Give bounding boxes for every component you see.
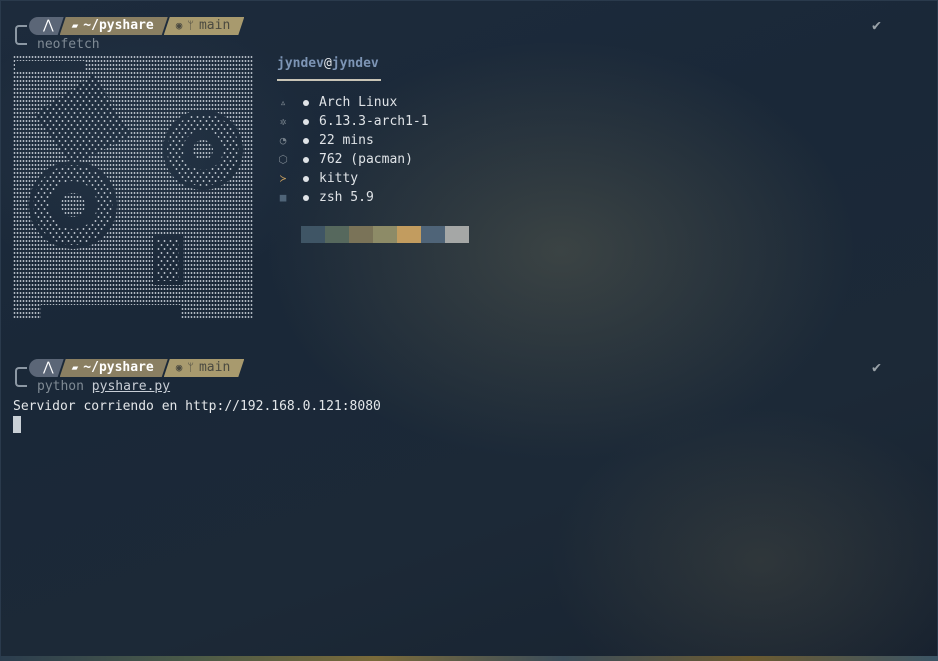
chip-icon: ✲ (279, 115, 287, 128)
info-row-uptime: ◔ 22 mins (277, 131, 374, 150)
arch-logo-icon: ⋀ (43, 18, 54, 33)
prompt-segments: ⋀ ▰ ~/pyshare ◉ ᛘ main (29, 359, 244, 377)
check-icon: ✔ (871, 358, 881, 376)
color-palette (301, 226, 469, 243)
prompt-bar: ⋀ ▰ ~/pyshare ◉ ᛘ main ✔ (15, 16, 915, 35)
info-row-kernel: ✲ 6.13.3-arch1-1 (277, 112, 429, 131)
branch-name: main (198, 18, 231, 33)
text-cursor[interactable] (13, 416, 21, 433)
check-icon: ✔ (871, 16, 881, 34)
palette-swatch (445, 226, 469, 243)
command: python (37, 379, 84, 394)
clock-icon: ◔ (279, 134, 287, 147)
package-icon: ⬡ (278, 153, 288, 166)
branch-name: main (198, 360, 231, 375)
palette-swatch (421, 226, 445, 243)
folder-icon: ▰ (71, 19, 79, 32)
os-segment: ⋀ (29, 359, 64, 377)
wallpaper-edge (0, 656, 938, 661)
directory-path: ~/pyshare (83, 360, 154, 375)
os-segment: ⋀ (29, 17, 64, 35)
palette-swatch (301, 226, 325, 243)
prompt-bracket-end (15, 375, 27, 387)
shell-value: zsh 5.9 (319, 190, 374, 205)
user-host-title: jyndev@jyndev (277, 56, 379, 71)
kernel-value: 6.13.3-arch1-1 (319, 114, 429, 129)
linux-penguin-icon: ▵ (279, 96, 287, 109)
packages-value: 762 (pacman) (319, 152, 413, 167)
username: jyndev (277, 56, 324, 71)
command-argument: pyshare.py (91, 379, 171, 394)
info-row-packages: ⬡ 762 (pacman) (277, 150, 413, 169)
bullet-icon (303, 194, 309, 201)
prompt-bar: ⋀ ▰ ~/pyshare ◉ ᛘ main ✔ (15, 358, 915, 377)
hostname: jyndev (331, 56, 379, 71)
bullet-icon (303, 156, 309, 163)
github-icon: ◉ (175, 361, 183, 374)
bullet-icon (303, 99, 309, 106)
directory-segment: ▰ ~/pyshare (60, 359, 168, 377)
git-branch-icon: ᛘ (187, 19, 194, 32)
palette-swatch (373, 226, 397, 243)
bullet-icon (303, 175, 309, 182)
terminal-value: kitty (319, 171, 359, 186)
bullet-icon (303, 118, 309, 125)
server-output-line: Servidor corriendo en http://192.168.0.1… (13, 399, 381, 414)
terminal-window[interactable]: ⋀ ▰ ~/pyshare ◉ ᛘ main ✔ neofetch jyndev… (0, 0, 938, 658)
at-sign: @ (323, 56, 332, 71)
palette-swatch (349, 226, 373, 243)
directory-path: ~/pyshare (83, 18, 154, 33)
shell-icon: ■ (279, 191, 287, 204)
info-row-terminal: ≻ kitty (277, 169, 358, 188)
title-underline (277, 79, 381, 81)
ascii-art-logo (13, 55, 253, 319)
palette-swatch (397, 226, 421, 243)
info-row-shell: ■ zsh 5.9 (277, 188, 374, 207)
git-segment: ◉ ᛘ main (164, 359, 245, 377)
info-row-os: ▵ Arch Linux (277, 93, 398, 112)
command: neofetch (37, 37, 100, 52)
git-branch-icon: ᛘ (187, 361, 194, 374)
uptime-value: 22 mins (319, 133, 374, 148)
prompt-segments: ⋀ ▰ ~/pyshare ◉ ᛘ main (29, 17, 244, 35)
command-line: python pyshare.py (37, 379, 170, 394)
git-segment: ◉ ᛘ main (164, 17, 245, 35)
bullet-icon (303, 137, 309, 144)
terminal-icon: ≻ (279, 172, 287, 185)
github-icon: ◉ (175, 19, 183, 32)
folder-icon: ▰ (71, 361, 79, 374)
palette-swatch (325, 226, 349, 243)
directory-segment: ▰ ~/pyshare (60, 17, 168, 35)
command-line: neofetch (37, 37, 100, 52)
prompt-bracket-end (15, 33, 27, 45)
os-value: Arch Linux (319, 95, 398, 110)
arch-logo-icon: ⋀ (43, 360, 54, 375)
